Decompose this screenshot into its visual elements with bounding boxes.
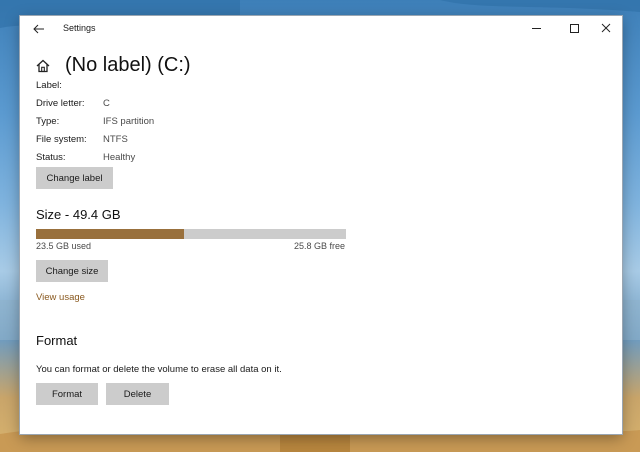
back-arrow-icon (33, 24, 44, 34)
delete-button[interactable]: Delete (106, 383, 169, 405)
back-button[interactable] (30, 20, 48, 38)
page-title: (No label) (C:) (65, 54, 191, 76)
file-system-label: File system: (36, 134, 87, 145)
title-bar: Settings (20, 16, 622, 42)
maximize-icon (570, 24, 579, 33)
type-value: IFS partition (103, 116, 155, 127)
drive-letter-label: Drive letter: (36, 98, 85, 109)
label-property-label: Label: (36, 80, 62, 91)
change-size-button[interactable]: Change size (36, 260, 108, 282)
close-icon (601, 23, 611, 33)
usage-bar (36, 229, 346, 239)
drive-letter-value: C (103, 98, 110, 109)
minimize-icon (532, 28, 541, 29)
status-label: Status: (36, 152, 66, 163)
status-value: Healthy (103, 152, 136, 163)
size-heading: Size - 49.4 GB (36, 207, 121, 222)
home-icon (36, 59, 50, 73)
used-space-text: 23.5 GB used (36, 241, 92, 251)
settings-window: Settings (No label) (C:) Label: Drive le… (20, 16, 622, 434)
change-label-button[interactable]: Change label (36, 167, 113, 189)
usage-bar-fill (36, 229, 184, 239)
window-title: Settings (63, 23, 96, 33)
close-button[interactable] (590, 16, 622, 42)
view-usage-link[interactable]: View usage (36, 292, 85, 303)
type-label: Type: (36, 116, 60, 127)
format-button[interactable]: Format (36, 383, 98, 405)
format-heading: Format (36, 333, 78, 348)
file-system-value: NTFS (103, 134, 128, 145)
free-space-text: 25.8 GB free (294, 241, 346, 251)
minimize-button[interactable] (520, 16, 552, 42)
format-description: You can format or delete the volume to e… (36, 364, 282, 375)
maximize-button[interactable] (558, 16, 590, 42)
